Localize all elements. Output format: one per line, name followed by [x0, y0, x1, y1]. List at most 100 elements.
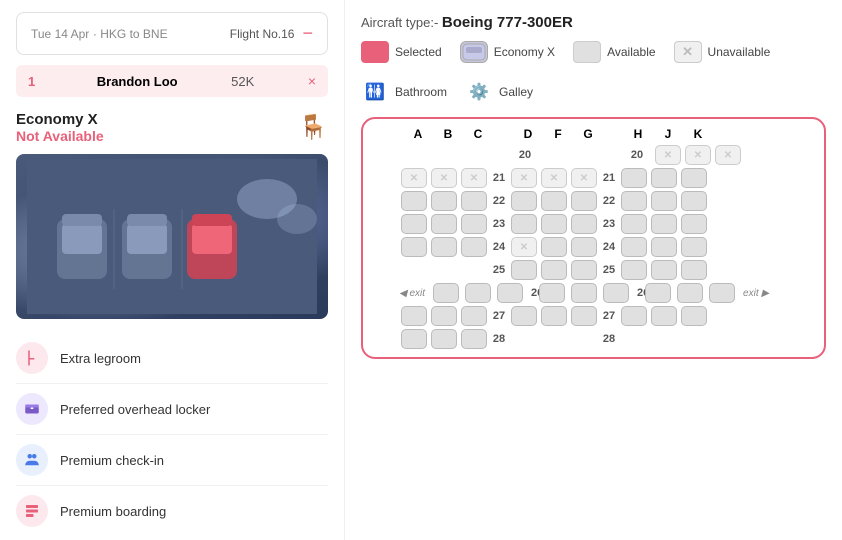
seat-21b[interactable]: ✕ — [431, 168, 457, 188]
seat-23f[interactable] — [541, 214, 567, 234]
seat-22g[interactable] — [571, 191, 597, 211]
seat-24c[interactable] — [461, 237, 487, 257]
seat-22c[interactable] — [461, 191, 487, 211]
seat-27j[interactable] — [651, 306, 677, 326]
flight-date: Tue 14 Apr · HKG to BNE — [31, 26, 168, 41]
seat-21j[interactable] — [651, 168, 677, 188]
left-panel: Tue 14 Apr · HKG to BNE Flight No.16 − 1… — [0, 0, 345, 540]
seat-25g[interactable] — [571, 260, 597, 280]
seat-27c[interactable] — [461, 306, 487, 326]
seat-23a[interactable] — [401, 214, 427, 234]
seat-22a[interactable] — [401, 191, 427, 211]
seat-24f[interactable] — [541, 237, 567, 257]
seat-28b[interactable] — [431, 329, 457, 349]
seat-23g[interactable] — [571, 214, 597, 234]
seat-23k[interactable] — [681, 214, 707, 234]
legend-galley: ⚙️ Galley — [465, 81, 533, 103]
feature-extra-legroom: Extra legroom — [16, 333, 328, 384]
seat-26j[interactable] — [677, 283, 703, 303]
seat-20h[interactable]: ✕ — [655, 145, 681, 165]
seat-21h[interactable] — [621, 168, 647, 188]
seat-25j[interactable] — [651, 260, 677, 280]
legroom-icon — [16, 342, 48, 374]
not-available-label: Not Available — [16, 128, 104, 144]
seat-26c[interactable] — [497, 283, 523, 303]
features-list: Extra legroom Preferred overhead locker … — [16, 333, 328, 536]
seat-26g[interactable] — [603, 283, 629, 303]
economy-x-label: Economy X — [16, 111, 104, 128]
economy-title: Economy X Not Available — [16, 111, 104, 144]
seat-27k[interactable] — [681, 306, 707, 326]
feature-premium-checkin: Premium check-in — [16, 435, 328, 486]
overhead-locker-label: Preferred overhead locker — [60, 402, 210, 417]
seat-26f[interactable] — [571, 283, 597, 303]
legend-unavailable: ✕ Unavailable — [674, 41, 771, 63]
seat-26h[interactable] — [645, 283, 671, 303]
seat-25h[interactable] — [621, 260, 647, 280]
seat-22f[interactable] — [541, 191, 567, 211]
seat-27h[interactable] — [621, 306, 647, 326]
galley-icon: ⚙️ — [465, 81, 493, 103]
flight-minus-button[interactable]: − — [302, 23, 313, 44]
table-row: 24 ✕ 24 — [373, 237, 814, 257]
seat-22h[interactable] — [621, 191, 647, 211]
seat-25d[interactable] — [511, 260, 537, 280]
seat-24k[interactable] — [681, 237, 707, 257]
seat-27b[interactable] — [431, 306, 457, 326]
seat-21f[interactable]: ✕ — [541, 168, 567, 188]
seat-28a[interactable] — [401, 329, 427, 349]
seat-23j[interactable] — [651, 214, 677, 234]
col-h: H — [623, 127, 653, 141]
seat-22k[interactable] — [681, 191, 707, 211]
seat-24j[interactable] — [651, 237, 677, 257]
seat-20k[interactable]: ✕ — [715, 145, 741, 165]
passenger-remove-button[interactable]: × — [308, 73, 316, 89]
column-headers: A B C D F G H J K — [373, 127, 814, 141]
seat-24d[interactable]: ✕ — [511, 237, 537, 257]
seat-21c[interactable]: ✕ — [461, 168, 487, 188]
right-panel: Aircraft type:- Boeing 777-300ER Selecte… — [345, 0, 842, 540]
economy-x-swatch — [460, 41, 488, 63]
seat-24b[interactable] — [431, 237, 457, 257]
seat-23c[interactable] — [461, 214, 487, 234]
table-row: 27 27 — [373, 306, 814, 326]
seat-26a[interactable] — [433, 283, 459, 303]
available-swatch — [573, 41, 601, 63]
seat-21d[interactable]: ✕ — [511, 168, 537, 188]
seat-22j[interactable] — [651, 191, 677, 211]
seat-26k[interactable] — [709, 283, 735, 303]
seat-25k[interactable] — [681, 260, 707, 280]
seat-23b[interactable] — [431, 214, 457, 234]
seat-23d[interactable] — [511, 214, 537, 234]
seat-map: A B C D F G H J K — [361, 117, 826, 359]
seat-28c[interactable] — [461, 329, 487, 349]
seat-illustration — [27, 159, 317, 314]
seat-25f[interactable] — [541, 260, 567, 280]
checkin-icon — [16, 444, 48, 476]
seat-27d[interactable] — [511, 306, 537, 326]
aircraft-type: Aircraft type:- Boeing 777-300ER — [361, 14, 826, 31]
extra-legroom-label: Extra legroom — [60, 351, 141, 366]
flight-date-route: Tue 14 Apr · HKG to BNE — [31, 26, 168, 41]
seat-24g[interactable] — [571, 237, 597, 257]
seat-22d[interactable] — [511, 191, 537, 211]
seat-21k[interactable] — [681, 168, 707, 188]
seat-26b[interactable] — [465, 283, 491, 303]
premium-checkin-label: Premium check-in — [60, 453, 164, 468]
seat-23h[interactable] — [621, 214, 647, 234]
economy-header: Economy X Not Available 🪑 — [16, 111, 328, 144]
seat-24a[interactable] — [401, 237, 427, 257]
seat-21g[interactable]: ✕ — [571, 168, 597, 188]
seat-20j[interactable]: ✕ — [685, 145, 711, 165]
bathroom-icon: 🚻 — [361, 81, 389, 103]
seat-27f[interactable] — [541, 306, 567, 326]
feature-overhead-locker: Preferred overhead locker — [16, 384, 328, 435]
seat-21a[interactable]: ✕ — [401, 168, 427, 188]
col-g: G — [573, 127, 603, 141]
seat-27g[interactable] — [571, 306, 597, 326]
seat-24h[interactable] — [621, 237, 647, 257]
seat-22b[interactable] — [431, 191, 457, 211]
seat-26d[interactable] — [539, 283, 565, 303]
legend-selected: Selected — [361, 41, 442, 63]
seat-27a[interactable] — [401, 306, 427, 326]
